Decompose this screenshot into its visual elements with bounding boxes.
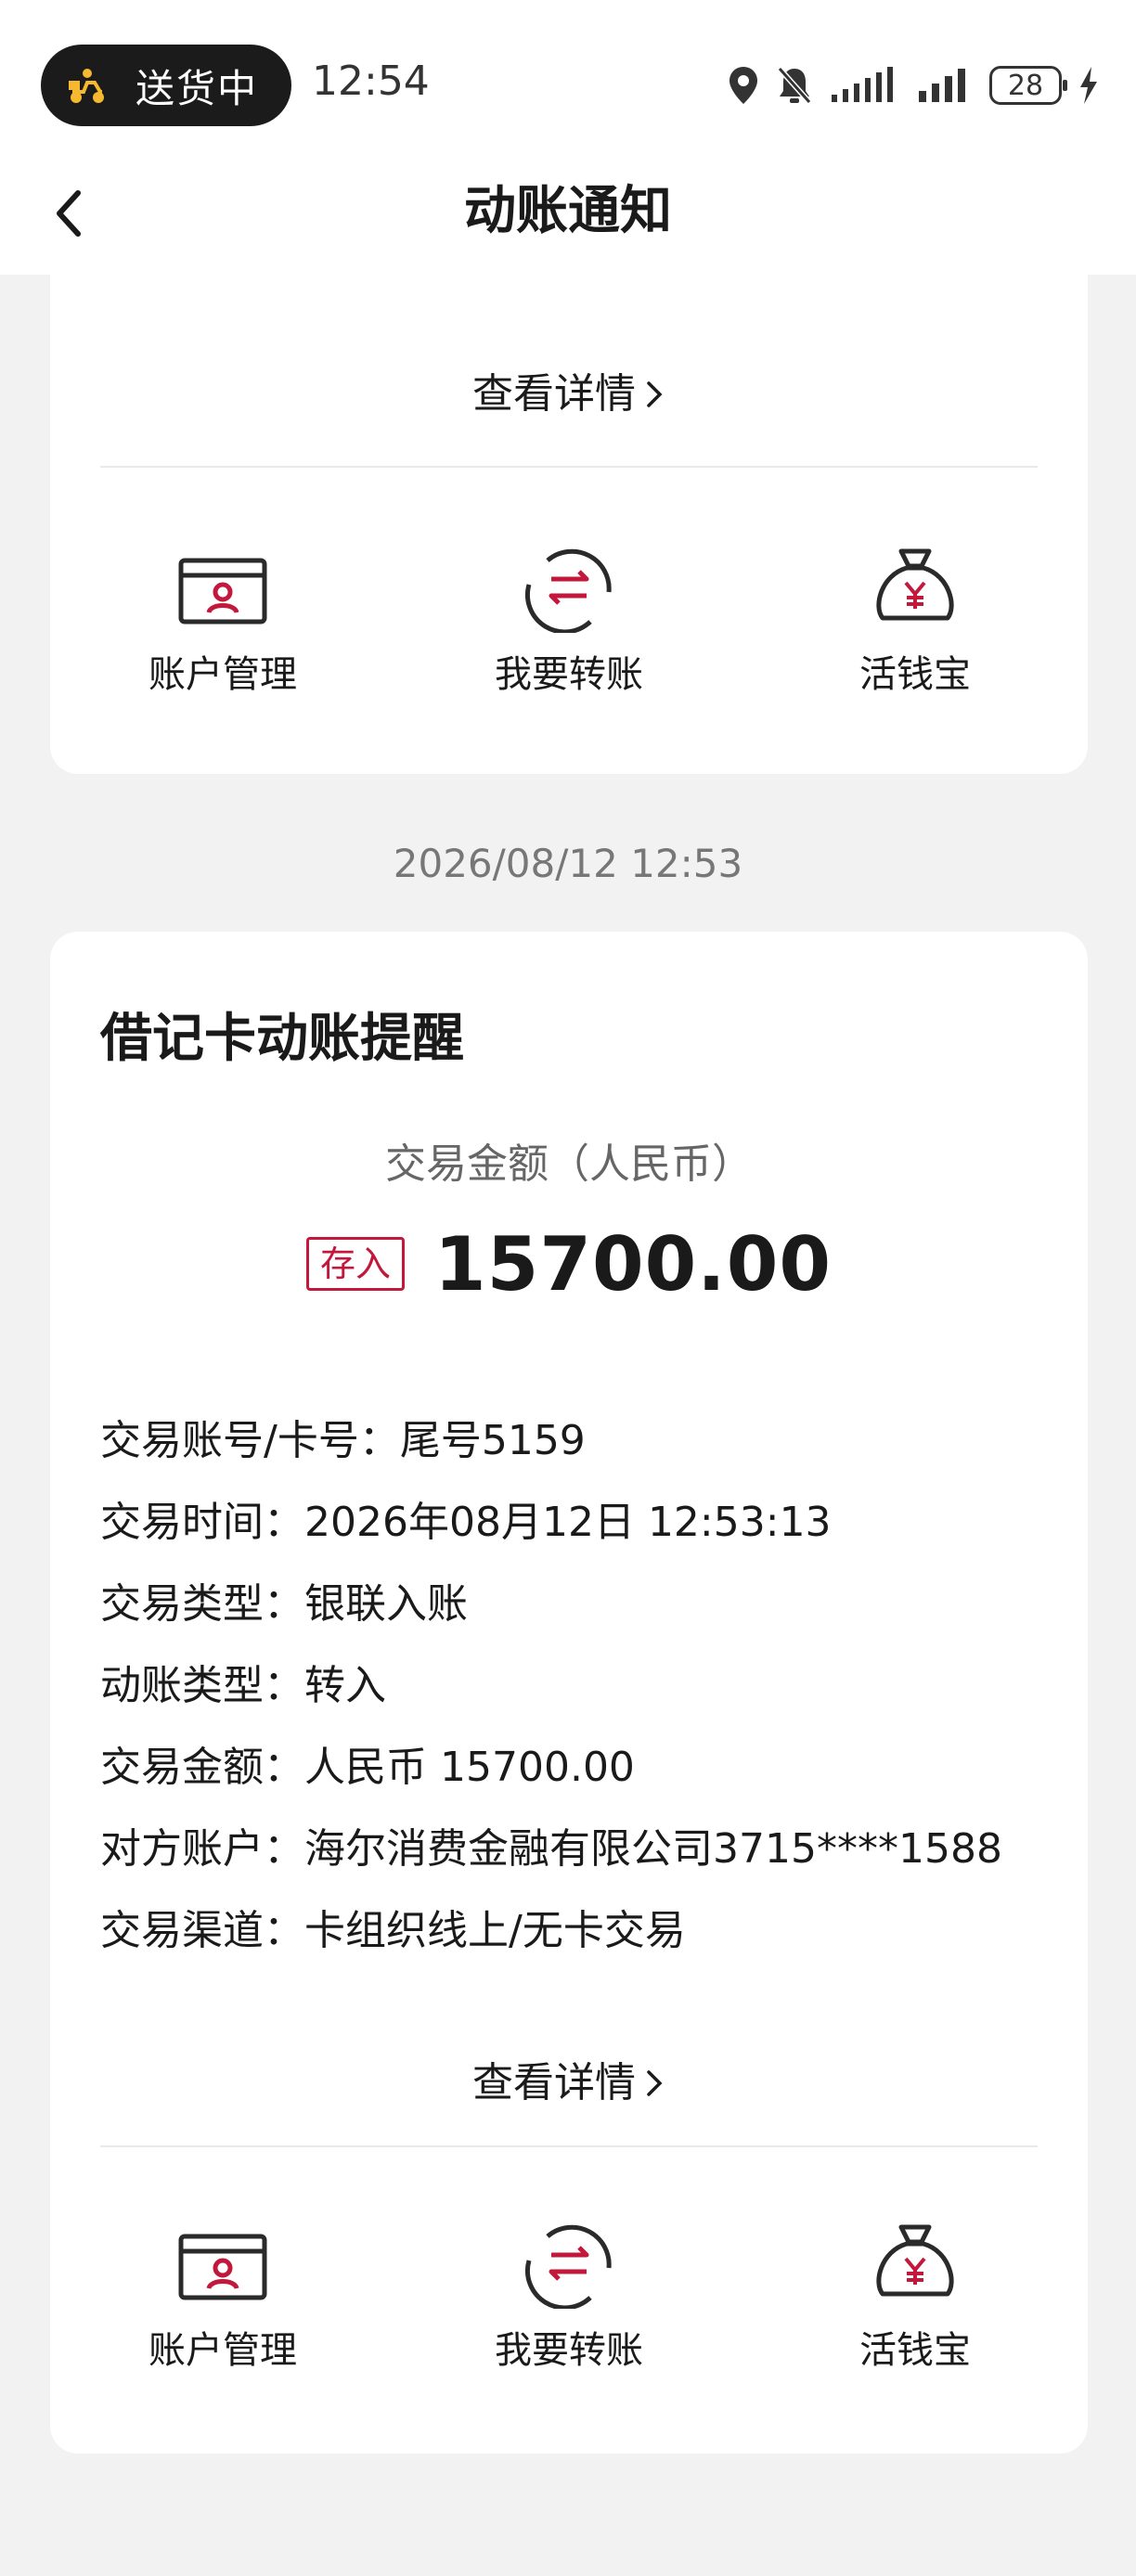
amount-label: 交易金额（人民币） [385, 1140, 753, 1188]
account-card-icon [178, 558, 267, 625]
account-management-button[interactable]: 账户管理 [130, 540, 316, 716]
detail-key: 交易类型： [100, 1580, 304, 1628]
screen: 送货中 12:54 28 动账通知 查看详情 账户管理 我要转账 活钱宝 202… [0, 0, 1136, 2576]
huoqianbao-button[interactable]: 活钱宝 [822, 540, 1008, 716]
delivery-status-pill[interactable]: 送货中 [41, 45, 291, 126]
view-details-link[interactable]: 查看详情 [50, 2049, 1088, 2108]
view-details-label: 查看详情 [472, 370, 636, 418]
status-bar: 送货中 12:54 28 [0, 0, 1136, 167]
quick-action-label: 活钱宝 [859, 2329, 971, 2372]
deposit-tag: 存入 [305, 1237, 405, 1291]
status-clock: 12:54 [312, 58, 430, 105]
money-bag-icon [876, 2224, 954, 2297]
detail-row: 交易账号/卡号： 尾号5159 [100, 1396, 1065, 1477]
quick-action-label: 我要转账 [495, 2329, 643, 2372]
detail-key: 交易账号/卡号： [100, 1417, 400, 1464]
transfer-button[interactable]: 我要转账 [476, 2216, 662, 2392]
detail-value: 人民币 15700.00 [304, 1744, 635, 1791]
charging-icon [1080, 67, 1097, 104]
detail-key: 交易金额： [100, 1744, 304, 1791]
mute-bell-icon [777, 67, 812, 104]
chevron-right-icon [647, 2070, 663, 2096]
account-card-icon [178, 2234, 267, 2300]
transfer-icon [524, 548, 612, 633]
account-management-button[interactable]: 账户管理 [130, 2216, 316, 2392]
detail-value: 转入 [304, 1662, 386, 1709]
detail-value: 海尔消费金融有限公司3715****1588 [304, 1825, 1002, 1873]
debit-card-notification-card: 借记卡动账提醒 交易金额（人民币） 存入 15700.00 交易账号/卡号： 尾号… [50, 932, 1088, 2454]
quick-action-label: 账户管理 [148, 653, 297, 696]
huoqianbao-button[interactable]: 活钱宝 [822, 2216, 1008, 2392]
detail-row: 交易金额： 人民币 15700.00 [100, 1722, 1065, 1804]
signal-icon-1 [832, 67, 893, 102]
detail-key: 动账类型： [100, 1662, 304, 1709]
detail-key: 交易时间： [100, 1499, 304, 1546]
battery-indicator: 28 [989, 66, 1067, 105]
signal-icon-2 [919, 69, 965, 102]
pill-label: 送货中 [136, 65, 259, 111]
quick-actions: 账户管理 我要转账 活钱宝 [50, 540, 1088, 716]
delivery-scooter-icon [69, 69, 104, 103]
detail-value: 2026年08月12日 12:53:13 [304, 1499, 832, 1546]
view-details-label: 查看详情 [472, 2059, 636, 2106]
detail-row: 动账类型： 转入 [100, 1641, 1065, 1722]
detail-value: 尾号5159 [399, 1417, 586, 1464]
system-icons: 28 [728, 61, 1099, 109]
location-icon [729, 67, 757, 104]
quick-action-label: 账户管理 [148, 2329, 297, 2372]
amount-row: 存入 15700.00 [50, 1219, 1088, 1308]
transfer-icon [524, 2224, 612, 2309]
divider [100, 2145, 1038, 2147]
divider [100, 466, 1038, 468]
detail-row: 对方账户： 海尔消费金融有限公司3715****1588 [100, 1804, 1065, 1886]
detail-value: 银联入账 [304, 1580, 468, 1628]
detail-key: 对方账户： [100, 1825, 304, 1873]
transaction-details: 交易账号/卡号： 尾号5159 交易时间： 2026年08月12日 12:53:13… [100, 1396, 1065, 1967]
transfer-button[interactable]: 我要转账 [476, 540, 662, 716]
quick-action-label: 活钱宝 [859, 653, 971, 696]
quick-actions: 账户管理 我要转账 活钱宝 [50, 2216, 1088, 2392]
detail-value: 卡组织线上/无卡交易 [304, 1907, 686, 1954]
chevron-right-icon [647, 381, 663, 407]
view-details-link[interactable]: 查看详情 [50, 360, 1088, 419]
card-title: 借记卡动账提醒 [100, 1009, 464, 1069]
amount-value: 15700.00 [433, 1220, 833, 1307]
money-bag-icon [876, 548, 954, 621]
detail-row: 交易渠道： 卡组织线上/无卡交易 [100, 1886, 1065, 1967]
quick-action-label: 我要转账 [495, 653, 643, 696]
message-timestamp: 2026/08/12 12:53 [393, 841, 743, 886]
detail-row: 交易时间： 2026年08月12日 12:53:13 [100, 1477, 1065, 1559]
detail-key: 交易渠道： [100, 1907, 304, 1954]
previous-notification-card: 查看详情 账户管理 我要转账 活钱宝 [50, 238, 1088, 774]
detail-row: 交易类型： 银联入账 [100, 1559, 1065, 1641]
battery-level: 28 [1007, 69, 1044, 102]
